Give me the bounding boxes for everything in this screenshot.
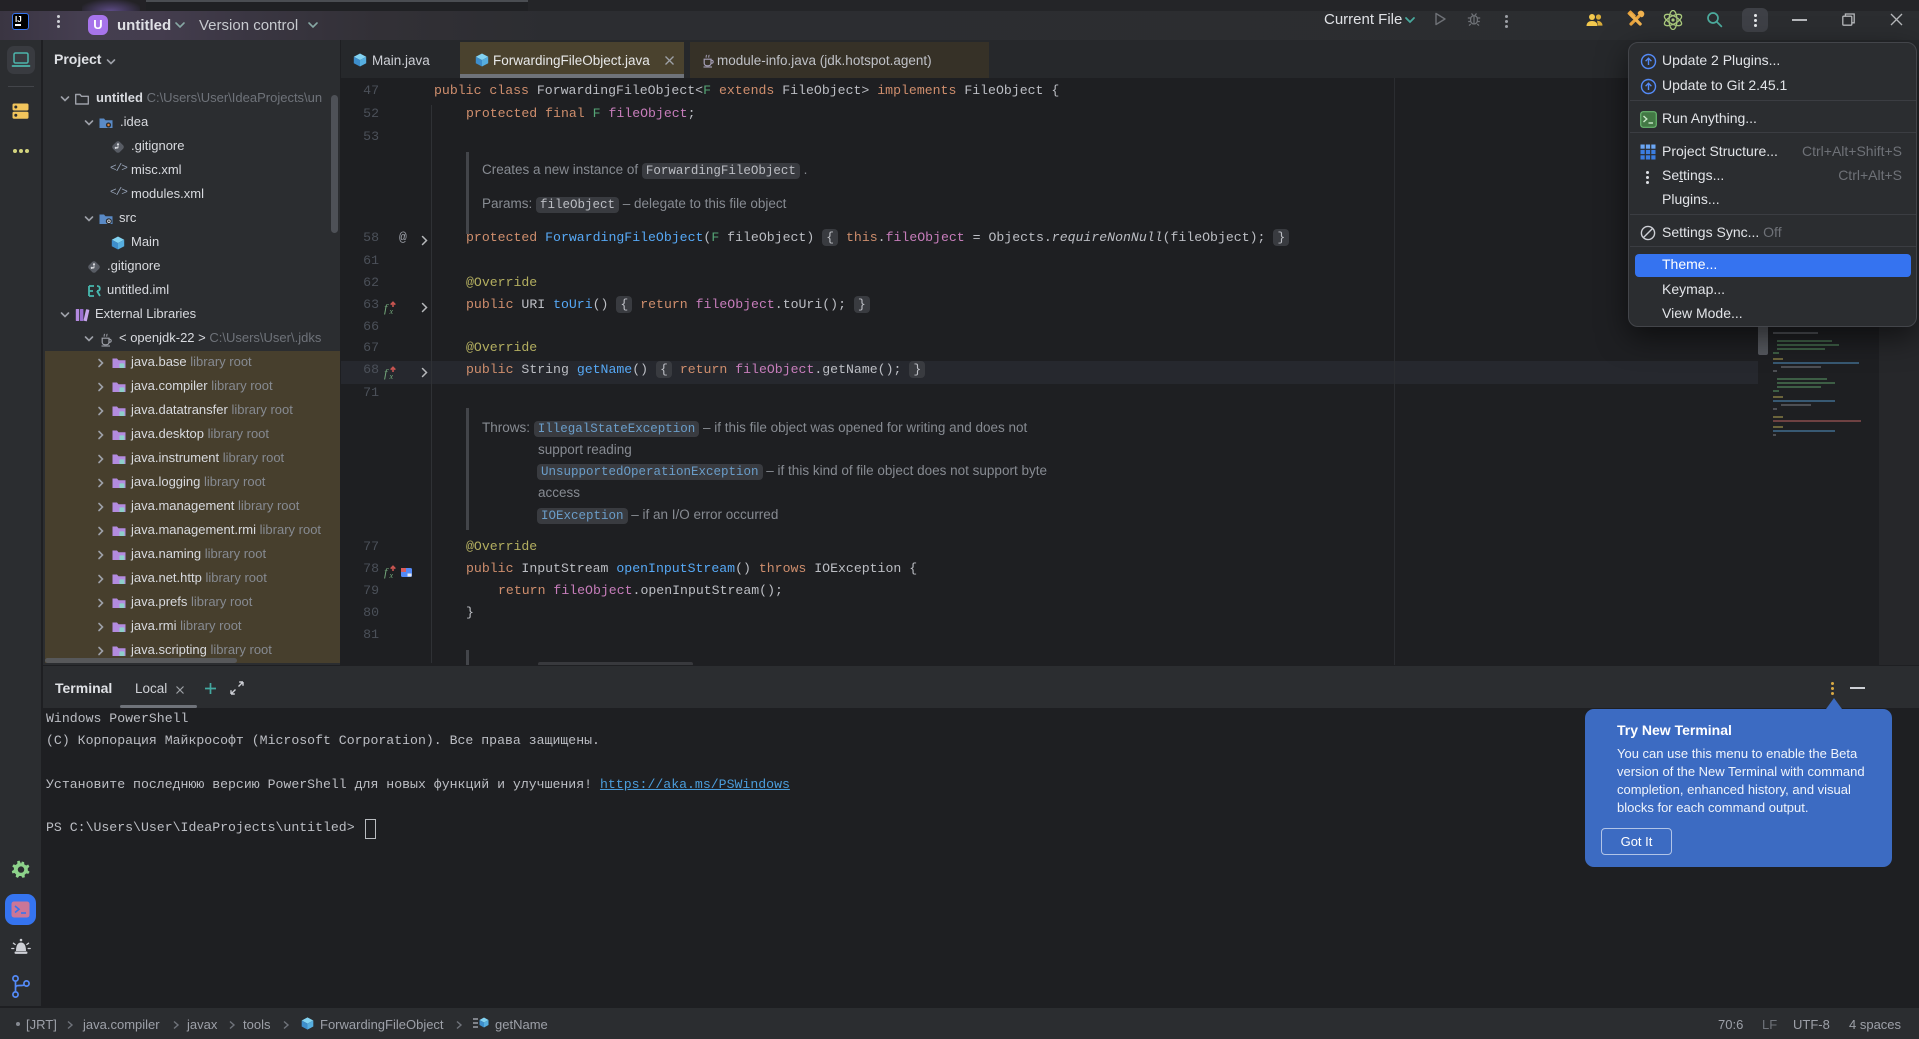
svg-text:x: x (389, 307, 394, 315)
svg-text:f: f (384, 301, 389, 315)
svg-text:x: x (389, 571, 394, 579)
svg-text:f: f (384, 366, 389, 380)
svg-text:f: f (384, 565, 389, 579)
svg-text:x: x (389, 372, 394, 380)
